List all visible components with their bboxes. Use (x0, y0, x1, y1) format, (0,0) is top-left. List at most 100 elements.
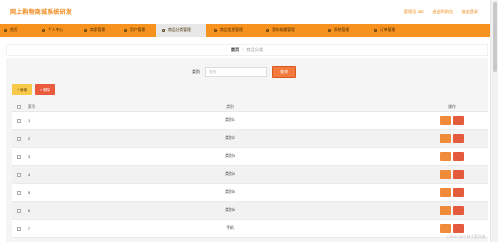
breadcrumb-separator: / (242, 47, 244, 52)
batch-delete-button[interactable]: × 删除 (35, 84, 55, 95)
row-index: 3 (28, 154, 31, 159)
breadcrumb: 首页 / 商品分类 (6, 44, 488, 56)
top-header: 网上购物商城系统研发 管理员 abc 退出到前台 退出登录 (0, 0, 490, 24)
nav-item-users[interactable]: 用户管理 (118, 24, 156, 37)
nav-item-home[interactable]: 首页 (0, 24, 30, 37)
row-checkbox[interactable] (17, 190, 21, 195)
edit-button[interactable] (440, 188, 451, 197)
nav-item-favorites[interactable]: 我的收藏管理 (258, 24, 314, 37)
row-category: 类别3 (225, 154, 235, 158)
row-checkbox[interactable] (17, 226, 21, 231)
row-check-cell (12, 172, 26, 177)
row-index: 7 (28, 226, 31, 231)
row-checkbox[interactable] (17, 118, 21, 123)
page-scrollbar[interactable] (490, 0, 498, 242)
delete-button[interactable] (453, 206, 464, 215)
edit-button[interactable] (440, 134, 451, 143)
category-search-input[interactable] (205, 67, 267, 77)
table-header: 索引 类别 操作 (12, 103, 488, 112)
row-check-cell (12, 118, 26, 123)
nav-item-products[interactable]: 商品信息管理 (206, 24, 258, 37)
row-check-cell (12, 136, 26, 141)
logout-link[interactable]: 退出登录 (461, 9, 478, 15)
row-check-cell (12, 154, 26, 159)
admin-user-link[interactable]: 管理员 abc (404, 9, 424, 15)
table-row: 5 类别5 (12, 184, 488, 202)
search-button[interactable]: 查询 (272, 66, 296, 78)
table-row: 7 手机 (12, 220, 488, 238)
row-checkbox[interactable] (17, 208, 21, 213)
row-category: 类别6 (225, 208, 235, 212)
row-check-cell (12, 226, 26, 231)
nav-item-category[interactable]: 商品分类管理 (156, 24, 206, 37)
product-icon (214, 29, 217, 32)
delete-button[interactable] (453, 116, 464, 125)
nav-item-merchant[interactable]: 商家管理 (78, 24, 118, 37)
breadcrumb-home[interactable]: 首页 (231, 47, 239, 52)
search-label: 类别 (192, 69, 200, 74)
row-checkbox[interactable] (17, 154, 21, 159)
goto-frontend-link[interactable]: 退出到前台 (432, 9, 453, 15)
header-index: 索引 (28, 104, 36, 109)
row-actions (416, 134, 488, 143)
row-check-cell (12, 208, 26, 213)
row-actions (416, 170, 488, 179)
category-table: 索引 类别 操作 1 类别1 2 类别2 3 类别3 4 类别4 5 类别5 6 类别6 7 手机 (12, 103, 488, 238)
edit-button[interactable] (440, 224, 451, 233)
breadcrumb-current: 商品分类 (246, 47, 264, 52)
row-actions (416, 206, 488, 215)
edit-button[interactable] (440, 116, 451, 125)
table-row: 2 类别2 (12, 130, 488, 148)
nav-label: 商品分类管理 (168, 28, 191, 32)
row-category: 类别1 (225, 118, 235, 122)
delete-button[interactable] (453, 170, 464, 179)
nav-label: 系统管理 (334, 28, 350, 32)
nav-item-orders[interactable]: 订单管理 (366, 24, 416, 37)
edit-button[interactable] (440, 152, 451, 161)
row-check-cell (12, 190, 26, 195)
watermark: CSDN @小林子爱好者 (447, 235, 486, 239)
add-button[interactable]: + 新增 (12, 84, 32, 95)
nav-item-system[interactable]: 系统管理 (314, 24, 366, 37)
row-category: 类别2 (225, 136, 235, 140)
select-all-checkbox[interactable] (17, 105, 21, 109)
delete-button[interactable] (453, 152, 464, 161)
row-checkbox[interactable] (17, 172, 21, 177)
table-row: 3 类别3 (12, 148, 488, 166)
store-icon (84, 29, 87, 32)
delete-button[interactable] (453, 188, 464, 197)
scrollbar-thumb[interactable] (493, 2, 497, 72)
row-checkbox[interactable] (17, 136, 21, 141)
nav-label: 商品信息管理 (220, 28, 243, 32)
order-icon (374, 29, 377, 32)
row-actions (416, 188, 488, 197)
select-all-cell (12, 105, 26, 109)
row-index: 5 (28, 190, 31, 195)
row-actions (416, 152, 488, 161)
nav-label: 商家管理 (90, 28, 106, 32)
nav-label: 我的收藏管理 (272, 28, 295, 32)
nav-label: 个人中心 (48, 28, 64, 32)
header-ops: 操作 (448, 104, 456, 109)
user-icon (42, 29, 45, 32)
table-row: 6 类别6 (12, 202, 488, 220)
table-row: 4 类别4 (12, 166, 488, 184)
users-icon (124, 29, 127, 32)
favorite-icon (266, 29, 269, 32)
edit-button[interactable] (440, 170, 451, 179)
row-actions (416, 116, 488, 125)
row-category: 类别4 (225, 172, 235, 176)
row-index: 4 (28, 172, 31, 177)
delete-button[interactable] (453, 134, 464, 143)
delete-button[interactable] (453, 224, 464, 233)
nav-label: 订单管理 (380, 28, 396, 32)
row-actions (416, 224, 488, 233)
row-category: 手机 (226, 226, 234, 230)
main-content: 类别 查询 + 新增 × 删除 索引 类别 操作 1 类别1 2 类别2 3 类别3 4 类别… (6, 58, 488, 242)
action-buttons: + 新增 × 删除 (12, 84, 55, 95)
edit-button[interactable] (440, 206, 451, 215)
nav-item-profile[interactable]: 个人中心 (30, 24, 78, 37)
nav-label: 用户管理 (130, 28, 146, 32)
main-nav: 首页 个人中心 商家管理 用户管理 商品分类管理 商品信息管理 我的收藏管理 系… (0, 24, 490, 37)
row-index: 6 (28, 208, 31, 213)
